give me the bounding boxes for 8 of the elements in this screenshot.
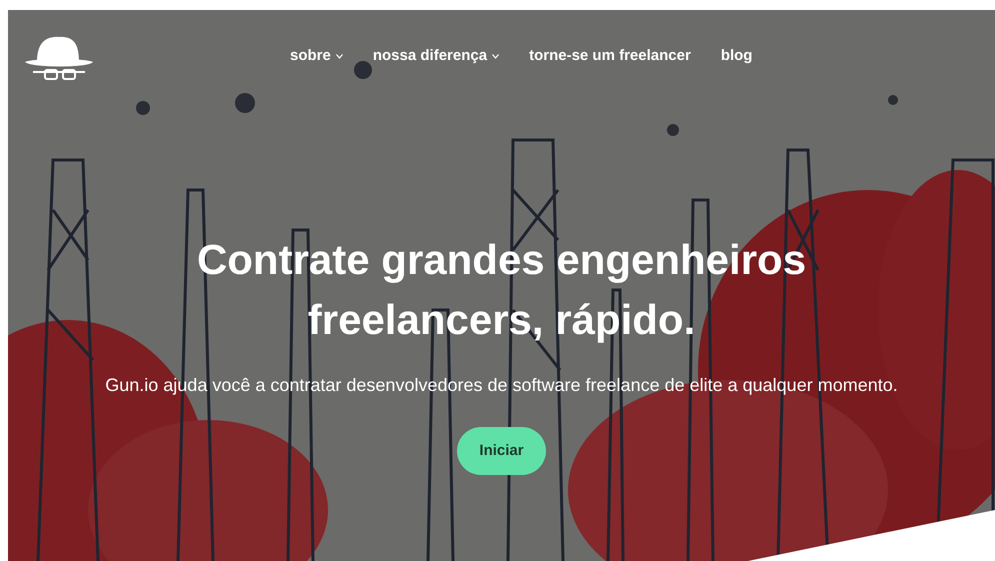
nav-link[interactable]: blog <box>720 45 752 68</box>
hero-title: Contrate grandes engenheiros freelancers, rápido. <box>196 235 808 345</box>
nav-link[interactable]: nossa diferença <box>372 45 500 68</box>
nav-link[interactable]: sobre <box>290 45 343 68</box>
chevron-down-icon <box>492 54 500 59</box>
hero-subtitle: Gun.io ajuda você a contratar desenvolvedores de software freelance de elite a qualquer momento. <box>104 374 899 397</box>
chevron-down-icon <box>336 54 343 59</box>
nav-link[interactable]: torne-se um freelancer <box>529 45 691 68</box>
